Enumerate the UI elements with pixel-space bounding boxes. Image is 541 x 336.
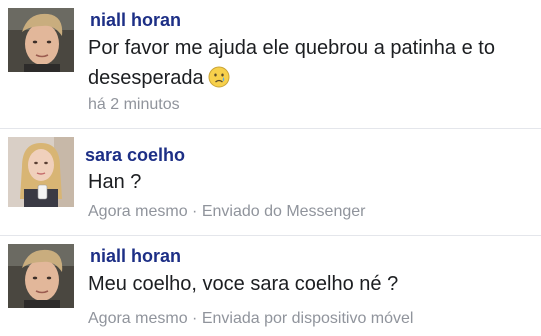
message-source: Enviada por dispositivo móvel <box>201 310 414 327</box>
sender-name[interactable]: sara coelho <box>85 145 185 166</box>
crying-face-icon <box>208 66 230 88</box>
avatar[interactable] <box>8 244 74 308</box>
message-timestamp: Agora mesmo <box>88 310 188 327</box>
message-item: niall horan Meu coelho, voce sara coelho… <box>0 236 541 336</box>
message-text: Meu coelho, voce sara coelho né ? <box>88 273 399 295</box>
message-text: Por favor me ajuda ele quebrou a patinha… <box>88 33 528 93</box>
sender-name[interactable]: niall horan <box>90 246 181 267</box>
message-thread: niall horan Por favor me ajuda ele quebr… <box>0 0 541 336</box>
message-meta: Agora mesmo · Enviado do Messenger <box>88 203 365 221</box>
message-text-content: Por favor me ajuda ele quebrou a patinha… <box>88 37 495 89</box>
message-timestamp: Agora mesmo <box>88 203 188 220</box>
meta-separator: · <box>187 203 202 220</box>
message-item: sara coelho Han ? Agora mesmo · Enviado … <box>0 129 541 235</box>
message-meta: Agora mesmo · Enviada por dispositivo mó… <box>88 310 413 328</box>
meta-separator: · <box>187 310 202 327</box>
sender-name[interactable]: niall horan <box>90 10 181 31</box>
message-source: Enviado do Messenger <box>201 203 366 220</box>
message-item: niall horan Por favor me ajuda ele quebr… <box>0 0 541 128</box>
message-text: Han ? <box>88 171 142 193</box>
message-timestamp: há 2 minutos <box>88 96 180 113</box>
avatar[interactable] <box>8 8 74 72</box>
avatar[interactable] <box>8 137 74 207</box>
